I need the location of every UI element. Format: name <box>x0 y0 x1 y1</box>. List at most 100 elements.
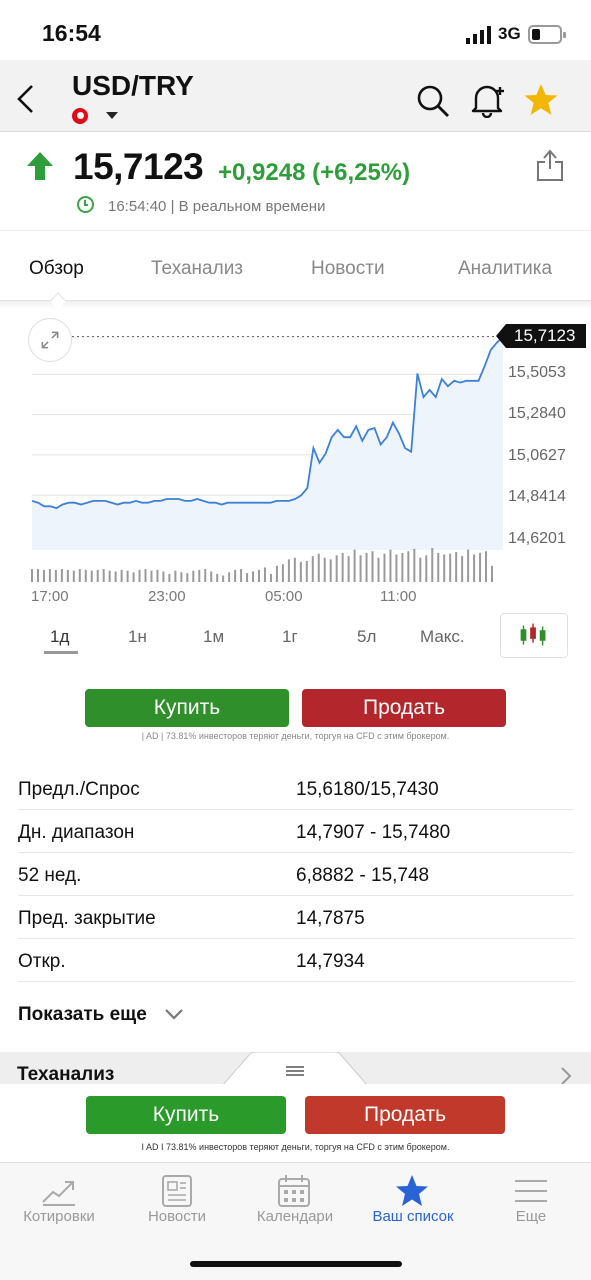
stat-value: 14,7907 - 15,7480 <box>296 822 451 843</box>
volume-bar <box>425 555 428 582</box>
volume-bar <box>305 560 308 582</box>
volume-bar <box>31 569 33 582</box>
volume-bar <box>437 552 440 582</box>
volume-bar <box>234 569 237 582</box>
divider <box>18 981 573 982</box>
nav-watchlist[interactable]: Ваш список <box>358 1208 468 1225</box>
volume-bar <box>455 552 458 582</box>
range-1d[interactable]: 1д <box>50 627 69 647</box>
volume-bar <box>431 548 434 582</box>
candlestick-toggle-button[interactable] <box>500 613 568 658</box>
divider <box>18 852 573 853</box>
volume-bar <box>479 552 482 582</box>
range-1w[interactable]: 1н <box>128 627 147 647</box>
volume-bar <box>174 570 177 582</box>
volume-bar <box>210 571 213 582</box>
y-tick-label: 14,8414 <box>508 488 566 505</box>
volume-bar <box>102 569 105 582</box>
sticky-ad-disclaimer: I AD I 73.81% инвесторов теряют деньги, … <box>141 1142 450 1152</box>
volume-bar <box>365 552 368 582</box>
y-tick-label: 15,0627 <box>508 447 566 464</box>
star-icon[interactable] <box>394 1174 430 1208</box>
tab-technical[interactable]: Теханализ <box>151 258 243 280</box>
y-tick-label: 14,6201 <box>508 530 566 547</box>
price-change: +0,9248 (+6,25%) <box>218 159 411 186</box>
active-range-underline <box>44 651 78 654</box>
tab-news[interactable]: Новости <box>311 258 385 280</box>
range-max[interactable]: Макс. <box>420 627 465 647</box>
turkey-flag-icon[interactable] <box>72 108 88 124</box>
volume-bar <box>48 569 51 582</box>
nav-calendars[interactable]: Календари <box>240 1208 350 1225</box>
y-tick-label: 15,2840 <box>508 405 566 422</box>
nav-news[interactable]: Новости <box>122 1208 232 1225</box>
range-5y[interactable]: 5л <box>357 627 376 647</box>
volume-bar <box>204 569 207 582</box>
volume-bar <box>42 569 45 582</box>
price-chart[interactable] <box>0 310 591 610</box>
volume-bar <box>329 559 332 582</box>
volume-bar <box>72 570 75 582</box>
volume-bar <box>66 569 69 582</box>
nav-quotes[interactable]: Котировки <box>4 1208 114 1225</box>
back-icon[interactable] <box>14 82 38 116</box>
tab-overview[interactable]: Обзор <box>29 258 84 280</box>
tab-analytics[interactable]: Аналитика <box>458 258 552 280</box>
volume-bar <box>383 553 386 582</box>
chevron-right-icon[interactable] <box>560 1066 572 1086</box>
search-icon[interactable] <box>416 84 450 118</box>
volume-bar <box>54 569 57 582</box>
share-icon[interactable] <box>536 148 564 182</box>
volume-bar <box>317 553 320 582</box>
network-type: 3G <box>498 24 521 43</box>
chevron-down-icon[interactable] <box>164 1006 184 1022</box>
volume-bar <box>377 557 380 582</box>
volume-bar <box>258 569 261 582</box>
chart-icon[interactable] <box>41 1174 77 1208</box>
candlestick-icon <box>520 623 546 646</box>
sell-button[interactable]: Продать <box>302 689 506 727</box>
volume-bar <box>186 573 189 582</box>
volume-bar <box>299 561 302 582</box>
range-1m[interactable]: 1м <box>203 627 224 647</box>
stat-label: Откр. <box>18 951 66 972</box>
volume-bar <box>467 549 470 582</box>
buy-button[interactable]: Купить <box>85 689 289 727</box>
clock-icon <box>77 196 94 213</box>
volume-bar <box>287 559 290 582</box>
volume-bar <box>168 573 171 582</box>
volume-bar <box>491 565 493 582</box>
divider <box>18 938 573 939</box>
nav-more[interactable]: Еще <box>476 1208 586 1225</box>
calendar-icon[interactable] <box>276 1174 312 1208</box>
page-title: USD/TRY <box>72 70 194 101</box>
volume-bar <box>335 555 338 582</box>
volume-bar <box>36 569 39 582</box>
sticky-sell-button[interactable]: Продать <box>305 1096 505 1134</box>
volume-bar <box>311 556 314 582</box>
volume-bar <box>341 552 344 582</box>
drag-handle-icon[interactable] <box>286 1066 304 1076</box>
last-price-tag: 15,7123 <box>496 324 586 348</box>
expand-icon[interactable] <box>28 318 72 362</box>
status-time: 16:54 <box>42 20 101 46</box>
up-arrow-icon <box>27 152 53 180</box>
volume-bar <box>252 571 255 582</box>
newspaper-icon[interactable] <box>159 1174 195 1208</box>
divider <box>18 809 573 810</box>
range-1y[interactable]: 1г <box>282 627 298 647</box>
volume-bar <box>407 551 410 582</box>
volume-bar <box>192 570 195 582</box>
sticky-buy-button[interactable]: Купить <box>86 1096 286 1134</box>
volume-bar <box>401 552 404 582</box>
volume-bar <box>84 569 87 582</box>
volume-bar <box>485 551 488 582</box>
menu-icon[interactable] <box>513 1174 549 1208</box>
volume-bar <box>347 556 350 582</box>
chevron-down-icon[interactable] <box>106 112 118 119</box>
bell-plus-icon[interactable] <box>470 82 504 118</box>
volume-bar <box>269 573 272 582</box>
show-more-button[interactable]: Показать еще <box>18 1004 147 1026</box>
watchlist-star-icon[interactable] <box>523 82 559 118</box>
volume-bar <box>395 554 398 582</box>
